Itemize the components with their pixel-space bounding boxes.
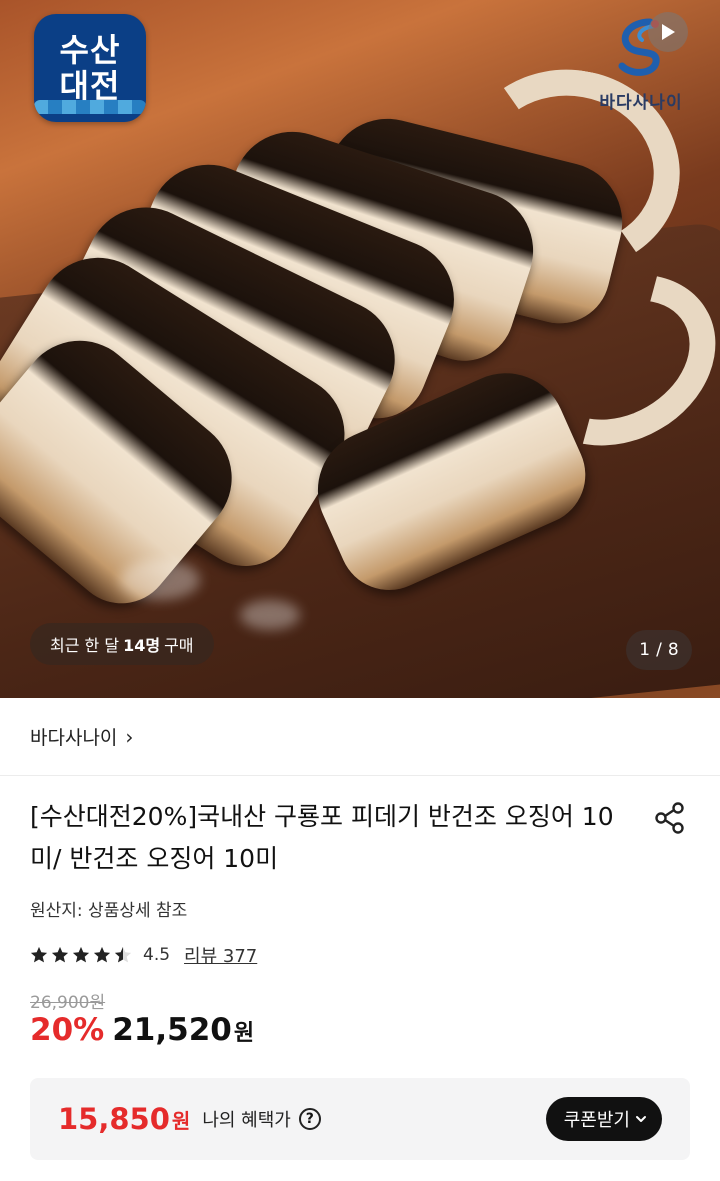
- original-price: 26,900원: [30, 993, 106, 1013]
- origin-info: 원산지: 상품상세 참조: [30, 901, 188, 921]
- sale-price: 21,520: [112, 1012, 232, 1048]
- price-row: 20% 21,520 원: [30, 1012, 254, 1048]
- benefit-price-currency: 원: [171, 1108, 191, 1133]
- image-page-indicator: 1 / 8: [626, 630, 692, 670]
- star-full-icon: [30, 946, 48, 963]
- buyers-prefix: 최근 한 달: [50, 636, 120, 655]
- star-full-icon: [51, 946, 69, 963]
- rating-stars: [30, 946, 135, 964]
- grilled-squid-photo: [0, 52, 720, 624]
- coupon-button-label: 쿠폰받기: [563, 1110, 630, 1131]
- product-title: [수산대전20%]국내산 구룡포 피데기 반건조 오징어 10미/ 반건조 오징…: [30, 802, 614, 873]
- product-image-carousel[interactable]: 수산 대전 바다사나이 최근 한 달 14명 구매 1 / 8: [0, 0, 720, 698]
- star-full-icon: [72, 946, 90, 963]
- buyers-count: 14명: [123, 636, 161, 655]
- recent-buyers-badge: 최근 한 달 14명 구매: [30, 623, 214, 665]
- rating-value: 4.5: [143, 945, 171, 965]
- store-name: 바다사나이: [30, 727, 118, 749]
- play-icon: [662, 24, 675, 40]
- chevron-right-icon: ›: [125, 724, 134, 749]
- chevron-down-icon: [636, 1116, 646, 1122]
- wave-decoration: [34, 100, 146, 114]
- brand-badge-line2: 대전: [59, 67, 121, 105]
- image-index: 1: [639, 640, 651, 660]
- discount-rate: 20%: [30, 1012, 105, 1048]
- share-button[interactable]: [652, 800, 688, 836]
- store-link[interactable]: 바다사나이 ›: [0, 698, 720, 776]
- benefit-price: 15,850: [58, 1102, 170, 1136]
- review-count-link[interactable]: 리뷰 377: [184, 942, 257, 968]
- help-icon[interactable]: ?: [298, 1108, 321, 1130]
- benefit-price-box: 15,850 원 나의 혜택가 ? 쿠폰받기: [30, 1078, 690, 1160]
- sale-price-currency: 원: [233, 1021, 255, 1046]
- benefit-label: 나의 혜택가: [202, 1110, 291, 1131]
- rating-row: 4.5 리뷰 377: [30, 940, 257, 970]
- share-icon: [655, 802, 684, 834]
- star-full-icon: [93, 946, 111, 963]
- image-total: 8: [667, 640, 679, 660]
- brand-badge-logo: 수산 대전: [34, 14, 146, 122]
- brand-badge-line1: 수산: [59, 31, 121, 69]
- get-coupon-button[interactable]: 쿠폰받기: [545, 1097, 662, 1141]
- star-half-icon: [114, 946, 132, 963]
- seller-logo-text: 바다사나이: [599, 93, 683, 113]
- buyers-suffix: 구매: [164, 636, 194, 655]
- image-separator: /: [656, 640, 662, 660]
- play-video-button[interactable]: [648, 12, 688, 52]
